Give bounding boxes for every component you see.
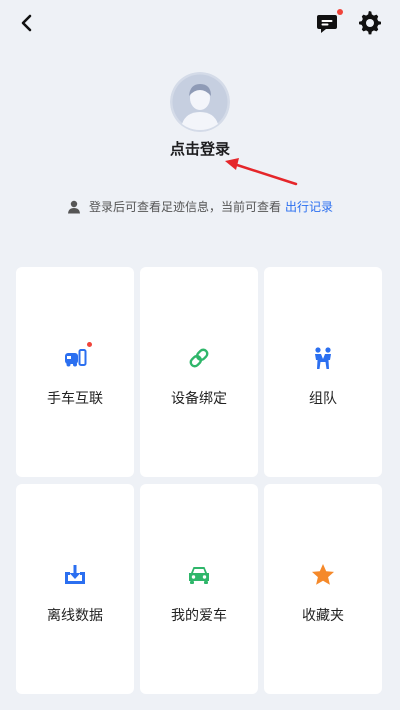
message-button[interactable] (313, 9, 343, 37)
login-hint: 登录后可查看足迹信息，当前可查看 出行记录 (0, 198, 400, 215)
tile-favorites[interactable]: 收藏夹 (264, 484, 382, 694)
hint-text: 登录后可查看足迹信息，当前可查看 (88, 200, 281, 214)
tile-team[interactable]: 组队 (264, 267, 382, 477)
notification-badge (337, 9, 343, 15)
gear-icon (359, 11, 381, 35)
download-box-icon (65, 565, 85, 584)
back-arrow-icon (21, 14, 32, 32)
tile-label: 我的爱车 (171, 608, 227, 624)
annotation-arrow (225, 158, 298, 186)
tile-phone-car-link[interactable]: 手车互联 (16, 267, 134, 477)
car-icon (189, 567, 209, 584)
default-avatar-icon (170, 72, 230, 132)
tile-device-binding[interactable]: 设备绑定 (140, 267, 258, 477)
trip-records-link[interactable]: 出行记录 (285, 198, 333, 215)
tile-label: 收藏夹 (302, 608, 344, 624)
tile-offline-data[interactable]: 离线数据 (16, 484, 134, 694)
phone-car-link-icon (65, 349, 87, 367)
tile-my-car[interactable]: 我的爱车 (140, 484, 258, 694)
team-people-icon (315, 347, 331, 369)
back-button[interactable] (12, 10, 42, 36)
message-icon (317, 15, 337, 33)
tile-label: 设备绑定 (171, 391, 227, 407)
tile-label: 手车互联 (47, 391, 103, 407)
person-icon (67, 200, 80, 213)
tile-label: 离线数据 (47, 608, 103, 624)
tile-label: 组队 (309, 391, 337, 407)
avatar[interactable] (170, 72, 230, 132)
star-icon (312, 564, 334, 585)
settings-button[interactable] (356, 9, 384, 37)
link-chain-icon (189, 348, 209, 368)
new-badge (87, 342, 92, 347)
